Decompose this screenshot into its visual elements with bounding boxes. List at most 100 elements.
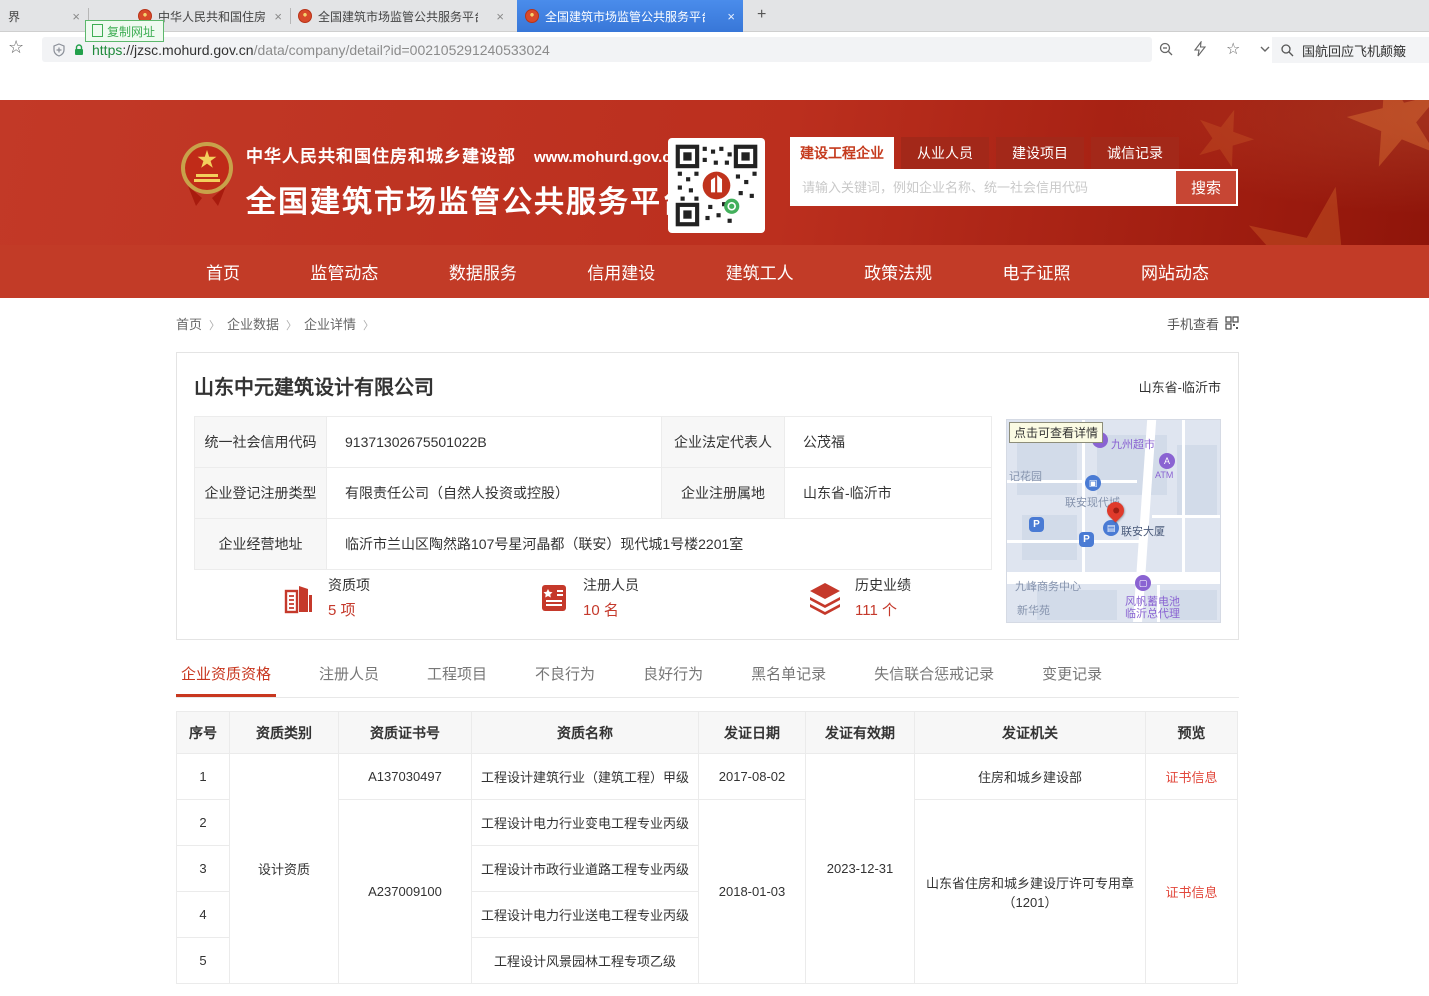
cell-seq: 4 [177, 892, 230, 938]
detail-tabs: 企业资质资格 注册人员 工程项目 不良行为 良好行为 黑名单记录 失信联合惩戒记… [176, 663, 1239, 698]
company-card: 山东中元建筑设计有限公司 山东省-临沂市 统一社会信用代码 9137130267… [176, 352, 1239, 640]
search-icon [1280, 43, 1294, 57]
map-label: 记花园 [1009, 468, 1042, 484]
url-field[interactable]: https://jzsc.mohurd.gov.cn/data/company/… [42, 37, 1152, 62]
stat-value: 5 项 [328, 599, 370, 620]
col-validity: 发证有效期 [806, 712, 915, 754]
breadcrumb-enterprise-data[interactable]: 企业数据 [227, 314, 304, 333]
screen: 界 中华人民共和国住房和城乡建设 全国建筑市场监管公共服务平台 全国建筑市场监管… [0, 0, 1429, 996]
close-icon[interactable] [266, 9, 282, 24]
nav-item-elicense[interactable]: 电子证照 [1003, 259, 1071, 284]
layers-icon [807, 581, 843, 615]
browser-tab-active[interactable]: 全国建筑市场监管公共服务平台 [517, 0, 743, 32]
breadcrumb-home[interactable]: 首页 [176, 314, 227, 333]
field-label: 企业法定代表人 [662, 417, 785, 468]
cell-validity: 2023-12-31 [806, 754, 915, 984]
quick-search-box[interactable]: 国航回应飞机颠簸 [1272, 37, 1429, 63]
map-label: ATM [1155, 470, 1173, 480]
ministry-name: 中华人民共和国住房和城乡建设部www.mohurd.gov.cn [246, 142, 694, 167]
nav-item-data-service[interactable]: 数据服务 [449, 259, 517, 284]
tab-registered-personnel[interactable]: 注册人员 [314, 663, 384, 697]
tab-bad-behavior[interactable]: 不良行为 [530, 663, 600, 697]
qr-code-icon [1225, 316, 1239, 330]
tab-title: 全国建筑市场监管公共服务平台 [318, 8, 478, 25]
field-label: 统一社会信用代码 [195, 417, 327, 468]
tab-title: 中华人民共和国住房和城乡建设 [158, 8, 266, 25]
field-value: 有限责任公司（自然人投资或控股） [327, 468, 662, 519]
map-pin-icon: ▢ [1135, 575, 1151, 591]
browser-tab-jzsc[interactable]: 全国建筑市场监管公共服务平台 [290, 0, 512, 32]
chevron-down-icon[interactable] [1258, 42, 1272, 56]
stat-qualifications[interactable]: 资质项 5 项 [282, 575, 370, 620]
platform-title: 全国建筑市场监管公共服务平台 [246, 177, 694, 221]
quick-search-text: 国航回应飞机颠簸 [1302, 41, 1406, 60]
field-label: 企业注册属地 [662, 468, 785, 519]
site-favicon-icon [298, 9, 312, 23]
nav-item-supervision[interactable]: 监管动态 [310, 259, 378, 284]
tab-qualifications[interactable]: 企业资质资格 [176, 663, 276, 697]
search-tab-project[interactable]: 建设项目 [996, 137, 1084, 169]
registry-book-icon [537, 581, 571, 615]
field-value: 山东省-临沂市 [785, 468, 992, 519]
nav-item-policy[interactable]: 政策法规 [864, 259, 932, 284]
tab-dishonesty-records[interactable]: 失信联合惩戒记录 [869, 663, 999, 697]
search-tab-credit[interactable]: 诚信记录 [1091, 137, 1179, 169]
company-info-table: 统一社会信用代码 91371302675501022B 企业法定代表人 公茂福 … [194, 416, 992, 570]
search-tab-enterprise[interactable]: 建设工程企业 [790, 137, 894, 169]
search-button[interactable]: 搜索 [1176, 171, 1236, 204]
cell-name: 工程设计风景园林工程专项乙级 [472, 938, 699, 984]
field-label: 企业登记注册类型 [195, 468, 327, 519]
map-label: 临沂总代理 [1125, 605, 1180, 621]
parking-icon: P [1079, 532, 1094, 547]
shield-icon[interactable] [52, 43, 66, 57]
browser-tab-partial[interactable]: 界 [0, 0, 88, 32]
stat-label: 资质项 [328, 575, 370, 595]
map-label: 九峰商务中心 [1015, 578, 1081, 594]
favorites-star-icon[interactable]: ☆ [1226, 39, 1240, 59]
mobile-view-link[interactable]: 手机查看 [1167, 314, 1239, 333]
company-name: 山东中元建筑设计有限公司 [194, 371, 434, 400]
zoom-out-icon[interactable] [1158, 41, 1174, 57]
breadcrumb-enterprise-detail[interactable]: 企业详情 [304, 314, 381, 333]
cell-seq: 5 [177, 938, 230, 984]
parking-icon: P [1029, 517, 1044, 532]
nav-item-home[interactable]: 首页 [206, 259, 240, 284]
nav-item-credit[interactable]: 信用建设 [587, 259, 655, 284]
cell-name: 工程设计市政行业道路工程专业丙级 [472, 846, 699, 892]
stat-history-performance[interactable]: 历史业绩 111 个 [807, 575, 911, 620]
field-value: 91371302675501022B [327, 417, 662, 468]
lock-icon[interactable] [72, 43, 86, 57]
url-scheme: https [92, 42, 122, 58]
search-input[interactable] [792, 171, 1176, 204]
certificate-info-link[interactable]: 证书信息 [1165, 770, 1217, 785]
stat-label: 注册人员 [583, 575, 639, 595]
cell-seq: 3 [177, 846, 230, 892]
nav-item-workers[interactable]: 建筑工人 [726, 259, 794, 284]
building-icon [282, 581, 316, 615]
header-search: 建设工程企业 从业人员 建设项目 诚信记录 搜索 [790, 137, 1238, 206]
location-map[interactable]: 点击可查看详情 ♦ 九州超市 A ATM 记花园 ▣ 联安现代城 ▤ 联安大厦 … [1006, 419, 1221, 623]
tab-projects[interactable]: 工程项目 [422, 663, 492, 697]
cell-name: 工程设计电力行业变电工程专业丙级 [472, 800, 699, 846]
bookmark-star-icon[interactable]: ☆ [8, 37, 24, 58]
browser-urlbar-row: ☆ https://jzsc.mohurd.gov.cn/data/compan… [0, 33, 1429, 65]
company-stats: 资质项 5 项 注册人员 10 名 [194, 575, 974, 630]
new-tab-icon[interactable] [757, 6, 766, 24]
col-category: 资质类别 [230, 712, 339, 754]
tab-change-records[interactable]: 变更记录 [1037, 663, 1107, 697]
close-icon[interactable] [719, 9, 735, 24]
search-tab-personnel[interactable]: 从业人员 [901, 137, 989, 169]
stat-registered-personnel[interactable]: 注册人员 10 名 [537, 575, 639, 620]
stat-value: 10 名 [583, 599, 639, 620]
close-icon[interactable] [64, 9, 80, 24]
map-label: 新华苑 [1017, 602, 1050, 618]
map-building-icon: ▤ [1103, 520, 1119, 536]
certificate-info-link[interactable]: 证书信息 [1165, 885, 1217, 900]
lightning-icon[interactable] [1192, 41, 1208, 57]
tab-blacklist[interactable]: 黑名单记录 [746, 663, 831, 697]
tab-good-behavior[interactable]: 良好行为 [638, 663, 708, 697]
col-name: 资质名称 [472, 712, 699, 754]
close-icon[interactable] [488, 9, 504, 24]
cell-issue-date: 2018-01-03 [699, 800, 806, 984]
nav-item-site-news[interactable]: 网站动态 [1141, 259, 1209, 284]
